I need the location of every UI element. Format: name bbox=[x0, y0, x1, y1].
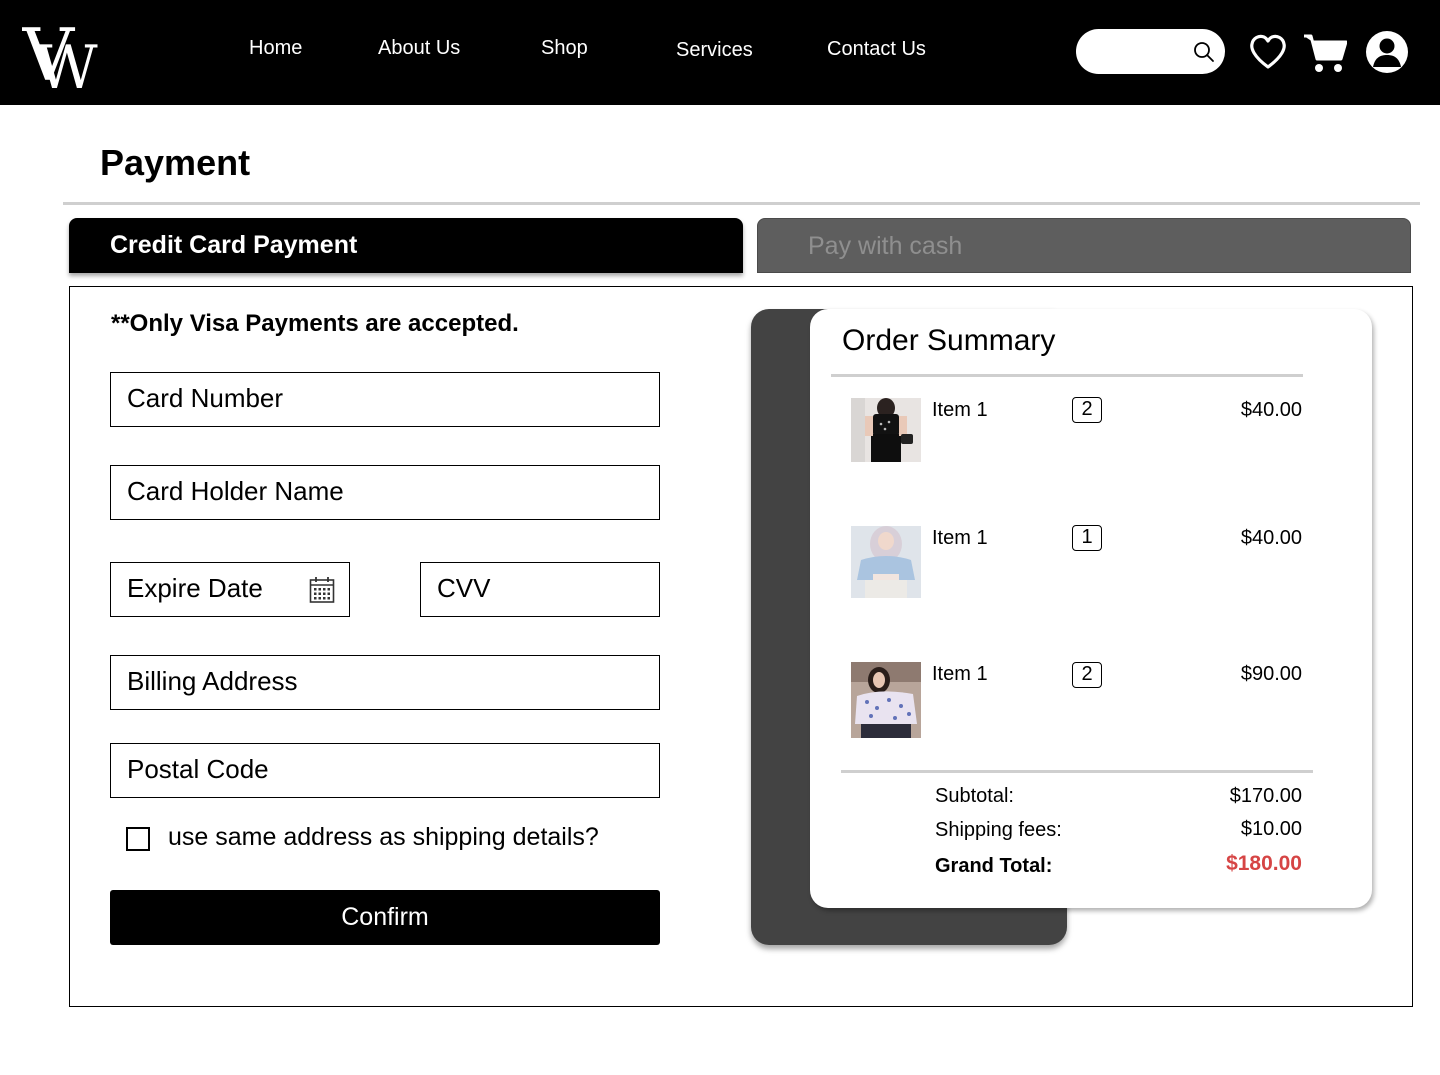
item-quantity[interactable]: 2 bbox=[1072, 397, 1102, 423]
visa-only-note: **Only Visa Payments are accepted. bbox=[111, 310, 519, 337]
confirm-button[interactable]: Confirm bbox=[110, 890, 660, 945]
summary-divider-bottom bbox=[841, 770, 1313, 773]
confirm-button-label: Confirm bbox=[341, 903, 429, 931]
same-address-checkbox[interactable] bbox=[126, 827, 150, 851]
subtotal-value: $170.00 bbox=[1229, 785, 1302, 807]
brand-logo[interactable]: V W bbox=[22, 14, 104, 92]
top-nav-bar: V W Home About Us Shop Services Contact … bbox=[0, 0, 1440, 105]
nav-services[interactable]: Services bbox=[676, 39, 753, 62]
heart-icon[interactable] bbox=[1249, 34, 1287, 70]
item-name: Item 1 bbox=[932, 399, 988, 421]
grand-total-label: Grand Total: bbox=[935, 855, 1053, 877]
search-input[interactable] bbox=[1076, 29, 1225, 74]
search-icon[interactable] bbox=[1193, 41, 1215, 63]
tab-credit-card-payment[interactable]: Credit Card Payment bbox=[69, 218, 743, 273]
summary-divider-top bbox=[831, 374, 1303, 377]
item-quantity[interactable]: 1 bbox=[1072, 525, 1102, 551]
subtotal-label: Subtotal: bbox=[935, 785, 1014, 807]
page-title: Payment bbox=[100, 142, 251, 183]
item-price: $40.00 bbox=[1240, 527, 1302, 549]
nav-contact-us[interactable]: Contact Us bbox=[827, 38, 926, 61]
item-thumbnail[interactable] bbox=[851, 526, 921, 598]
tab-credit-card-label: Credit Card Payment bbox=[110, 231, 358, 259]
calendar-icon[interactable] bbox=[309, 576, 335, 604]
nav-home[interactable]: Home bbox=[249, 37, 302, 60]
shipping-fees-value: $10.00 bbox=[1240, 818, 1302, 840]
cvv-placeholder: CVV bbox=[437, 573, 491, 603]
item-name: Item 1 bbox=[932, 663, 988, 685]
card-number-placeholder: Card Number bbox=[127, 383, 284, 413]
tab-pay-with-cash[interactable]: Pay with cash bbox=[757, 218, 1411, 273]
item-name: Item 1 bbox=[932, 527, 988, 549]
item-price: $90.00 bbox=[1240, 663, 1302, 685]
cvv-field[interactable]: CVV bbox=[420, 562, 660, 617]
tab-cash-label: Pay with cash bbox=[808, 232, 963, 260]
item-price: $40.00 bbox=[1240, 399, 1302, 421]
order-summary-title: Order Summary bbox=[842, 324, 1056, 357]
svg-text:W: W bbox=[36, 33, 98, 92]
item-thumbnail[interactable] bbox=[851, 662, 921, 738]
item-thumbnail[interactable] bbox=[851, 398, 921, 462]
expire-date-field[interactable]: Expire Date bbox=[110, 562, 350, 617]
nav-about-us[interactable]: About Us bbox=[378, 37, 460, 60]
item-quantity[interactable]: 2 bbox=[1072, 662, 1102, 688]
card-number-field[interactable]: Card Number bbox=[110, 372, 660, 427]
postal-code-placeholder: Postal Code bbox=[127, 754, 269, 784]
card-holder-placeholder: Card Holder Name bbox=[127, 476, 344, 506]
grand-total-value: $180.00 bbox=[1226, 852, 1302, 875]
billing-address-field[interactable]: Billing Address bbox=[110, 655, 660, 710]
shipping-fees-label: Shipping fees: bbox=[935, 819, 1062, 841]
cart-icon[interactable] bbox=[1303, 33, 1347, 73]
nav-shop[interactable]: Shop bbox=[541, 37, 588, 60]
title-divider bbox=[63, 202, 1420, 205]
user-icon[interactable] bbox=[1365, 30, 1409, 74]
postal-code-field[interactable]: Postal Code bbox=[110, 743, 660, 798]
expire-date-placeholder: Expire Date bbox=[127, 573, 263, 603]
card-holder-name-field[interactable]: Card Holder Name bbox=[110, 465, 660, 520]
billing-address-placeholder: Billing Address bbox=[127, 666, 298, 696]
same-address-label: use same address as shipping details? bbox=[168, 823, 599, 851]
